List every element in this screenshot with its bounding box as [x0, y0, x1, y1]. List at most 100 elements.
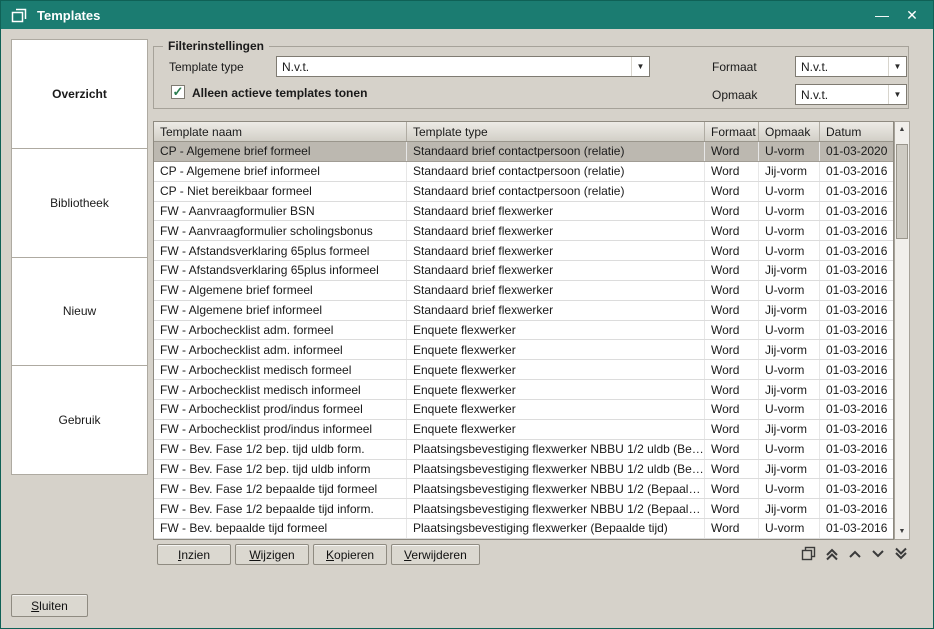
formaat-dropdown[interactable]: N.v.t. ▼	[795, 56, 907, 77]
cell-datum: 01-03-2016	[820, 321, 893, 340]
table-row[interactable]: FW - Bev. Fase 1/2 bepaalde tijd formeel…	[154, 479, 893, 499]
table-row[interactable]: FW - Afstandsverklaring 65plus formeelSt…	[154, 241, 893, 261]
table-row[interactable]: FW - Aanvraagformulier scholingsbonusSta…	[154, 221, 893, 241]
titlebar[interactable]: Templates — ✕	[1, 1, 933, 29]
column-header-template-naam[interactable]: Template naam	[154, 122, 407, 141]
table-row[interactable]: CP - Niet bereikbaar formeelStandaard br…	[154, 182, 893, 202]
cell-name: CP - Algemene brief formeel	[154, 142, 407, 161]
column-header-opmaak[interactable]: Opmaak	[759, 122, 820, 141]
cell-type: Standaard brief flexwerker	[407, 261, 705, 280]
cell-opmaak: Jij-vorm	[759, 460, 820, 479]
formaat-value: N.v.t.	[796, 60, 888, 74]
table-row[interactable]: FW - Bev. Fase 1/2 bep. tijd uldb inform…	[154, 460, 893, 480]
kopieren-button[interactable]: Kopieren	[313, 544, 387, 565]
active-only-checkbox[interactable]	[171, 85, 185, 99]
active-only-label[interactable]: Alleen actieve templates tonen	[192, 86, 367, 100]
cell-opmaak: U-vorm	[759, 479, 820, 498]
table-row[interactable]: FW - Arbochecklist medisch formeelEnquet…	[154, 360, 893, 380]
formaat-label: Formaat	[712, 60, 757, 74]
minimize-button[interactable]: —	[867, 1, 897, 29]
table-row[interactable]: FW - Arbochecklist prod/indus informeelE…	[154, 420, 893, 440]
opmaak-dropdown[interactable]: N.v.t. ▼	[795, 84, 907, 105]
cell-type: Plaatsingsbevestiging flexwerker NBBU 1/…	[407, 499, 705, 518]
cell-opmaak: U-vorm	[759, 400, 820, 419]
cell-datum: 01-03-2016	[820, 241, 893, 260]
table-row[interactable]: FW - Arbochecklist adm. formeelEnquete f…	[154, 321, 893, 341]
cell-name: FW - Bev. Fase 1/2 bepaalde tijd formeel	[154, 479, 407, 498]
verwijderen-button[interactable]: Verwijderen	[391, 544, 480, 565]
scrollbar-down-icon[interactable]: ▼	[895, 524, 909, 539]
column-header-datum[interactable]: Datum	[820, 122, 893, 141]
cell-formaat: Word	[705, 340, 759, 359]
table-row[interactable]: FW - Bev. bepaalde tijd formeelPlaatsing…	[154, 519, 893, 539]
cell-datum: 01-03-2016	[820, 202, 893, 221]
cell-formaat: Word	[705, 221, 759, 240]
cell-datum: 01-03-2016	[820, 221, 893, 240]
scroll-to-top-icon[interactable]	[821, 543, 842, 564]
filter-group: Filterinstellingen Template type N.v.t. …	[153, 46, 909, 109]
sluiten-button[interactable]: Sluiten	[11, 594, 88, 617]
wijzigen-button[interactable]: Wijzigen	[235, 544, 309, 565]
cell-name: FW - Aanvraagformulier BSN	[154, 202, 407, 221]
cell-type: Standaard brief contactpersoon (relatie)	[407, 162, 705, 181]
cell-type: Enquete flexwerker	[407, 400, 705, 419]
table-row[interactable]: FW - Arbochecklist medisch informeelEnqu…	[154, 380, 893, 400]
cell-name: FW - Algemene brief formeel	[154, 281, 407, 300]
table-row[interactable]: FW - Algemene brief informeelStandaard b…	[154, 301, 893, 321]
cell-type: Standaard brief flexwerker	[407, 202, 705, 221]
cell-name: FW - Arbochecklist adm. informeel	[154, 340, 407, 359]
table-row[interactable]: FW - Bev. Fase 1/2 bep. tijd uldb form.P…	[154, 440, 893, 460]
sidebar-item-bibliotheek[interactable]: Bibliotheek	[12, 149, 147, 258]
close-icon: ✕	[906, 7, 918, 24]
table-scrollbar[interactable]: ▲ ▼	[894, 121, 910, 540]
cell-opmaak: Jij-vorm	[759, 420, 820, 439]
sidebar-item-gebruik[interactable]: Gebruik	[12, 366, 147, 474]
cell-type: Standaard brief flexwerker	[407, 221, 705, 240]
scrollbar-up-icon[interactable]: ▲	[895, 122, 909, 137]
cell-opmaak: U-vorm	[759, 241, 820, 260]
close-button[interactable]: ✕	[897, 1, 927, 29]
template-type-dropdown[interactable]: N.v.t. ▼	[276, 56, 650, 77]
table-row[interactable]: FW - Afstandsverklaring 65plus informeel…	[154, 261, 893, 281]
table-row[interactable]: CP - Algemene brief informeelStandaard b…	[154, 162, 893, 182]
cell-type: Standaard brief flexwerker	[407, 301, 705, 320]
sidebar: OverzichtBibliotheekNieuw Gebruik	[11, 39, 148, 475]
cell-type: Plaatsingsbevestiging flexwerker (Bepaal…	[407, 519, 705, 538]
cell-datum: 01-03-2016	[820, 519, 893, 538]
inzien-button[interactable]: Inzien	[157, 544, 231, 565]
sidebar-item-nieuw[interactable]: Nieuw	[12, 258, 147, 367]
cell-type: Standaard brief flexwerker	[407, 281, 705, 300]
cell-name: FW - Arbochecklist prod/indus informeel	[154, 420, 407, 439]
table-row[interactable]: FW - Arbochecklist prod/indus formeelEnq…	[154, 400, 893, 420]
cell-datum: 01-03-2016	[820, 499, 893, 518]
template-table-body: CP - Algemene brief formeelStandaard bri…	[154, 142, 893, 539]
cell-formaat: Word	[705, 281, 759, 300]
column-header-template-type[interactable]: Template type	[407, 122, 705, 141]
window-title: Templates	[37, 8, 100, 23]
column-header-formaat[interactable]: Formaat	[705, 122, 759, 141]
table-row[interactable]: FW - Algemene brief formeelStandaard bri…	[154, 281, 893, 301]
cell-opmaak: U-vorm	[759, 142, 820, 161]
cell-type: Plaatsingsbevestiging flexwerker NBBU 1/…	[407, 479, 705, 498]
opmaak-value: N.v.t.	[796, 88, 888, 102]
cell-opmaak: U-vorm	[759, 519, 820, 538]
table-row[interactable]: FW - Bev. Fase 1/2 bepaalde tijd inform.…	[154, 499, 893, 519]
cell-datum: 01-03-2016	[820, 440, 893, 459]
scroll-to-bottom-icon[interactable]	[890, 543, 911, 564]
cell-name: FW - Arbochecklist adm. formeel	[154, 321, 407, 340]
cell-formaat: Word	[705, 182, 759, 201]
cell-datum: 01-03-2016	[820, 261, 893, 280]
table-row[interactable]: FW - Arbochecklist adm. informeelEnquete…	[154, 340, 893, 360]
scroll-up-icon[interactable]	[844, 543, 865, 564]
table-row[interactable]: FW - Aanvraagformulier BSNStandaard brie…	[154, 202, 893, 222]
scrollbar-thumb[interactable]	[896, 144, 908, 239]
sidebar-item-label: Gebruik	[58, 413, 100, 427]
scroll-down-icon[interactable]	[867, 543, 888, 564]
cell-datum: 01-03-2016	[820, 400, 893, 419]
cell-opmaak: Jij-vorm	[759, 340, 820, 359]
copy-icon[interactable]	[798, 543, 819, 564]
cell-formaat: Word	[705, 400, 759, 419]
table-row[interactable]: CP - Algemene brief formeelStandaard bri…	[154, 142, 893, 162]
sidebar-item-overzicht[interactable]: Overzicht	[12, 40, 147, 149]
cell-datum: 01-03-2016	[820, 460, 893, 479]
